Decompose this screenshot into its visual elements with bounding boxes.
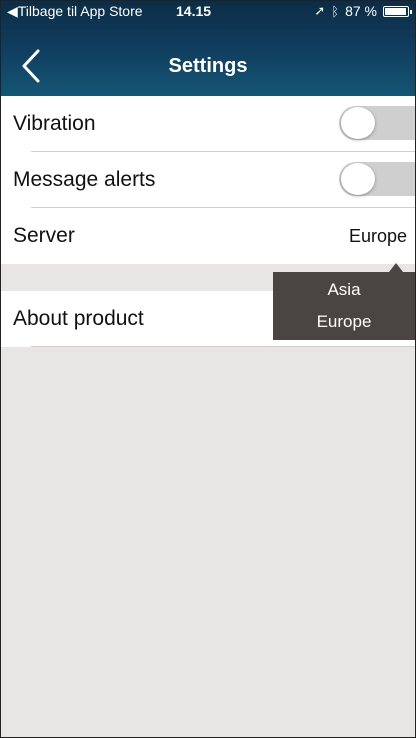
dropdown-arrow xyxy=(389,263,403,272)
vibration-label: Vibration xyxy=(13,112,96,135)
about-product-label: About product xyxy=(13,307,144,330)
status-time: 14.15 xyxy=(176,3,212,19)
server-row[interactable]: Server Europe xyxy=(1,208,415,264)
message-alerts-row: Message alerts xyxy=(1,152,415,208)
vibration-toggle[interactable] xyxy=(339,106,415,140)
nav-bar: Settings xyxy=(1,41,415,93)
app-frame: ◀Tilbage til App Store 14.15 ➚ ᛒ 87 % Se… xyxy=(0,0,416,738)
server-option-europe[interactable]: Europe xyxy=(317,312,372,332)
back-to-app-store-link[interactable]: ◀Tilbage til App Store xyxy=(7,3,143,20)
status-right: ➚ ᛒ 87 % xyxy=(314,3,412,19)
server-value[interactable]: Europe xyxy=(349,226,407,247)
battery-percent: 87 % xyxy=(345,3,377,19)
location-icon: ➚ xyxy=(314,3,326,18)
server-option-asia[interactable]: Asia xyxy=(327,280,360,300)
message-alerts-label: Message alerts xyxy=(13,168,156,191)
page-title: Settings xyxy=(168,55,248,77)
bluetooth-icon: ᛒ xyxy=(331,3,340,19)
server-label: Server xyxy=(13,224,75,247)
header: ◀Tilbage til App Store 14.15 ➚ ᛒ 87 % Se… xyxy=(1,1,415,96)
status-bar: ◀Tilbage til App Store 14.15 ➚ ᛒ 87 % xyxy=(1,1,415,21)
server-dropdown: Asia Europe xyxy=(273,263,415,340)
message-alerts-toggle[interactable] xyxy=(339,162,415,196)
vibration-row: Vibration xyxy=(1,96,415,152)
battery-icon xyxy=(383,5,412,17)
